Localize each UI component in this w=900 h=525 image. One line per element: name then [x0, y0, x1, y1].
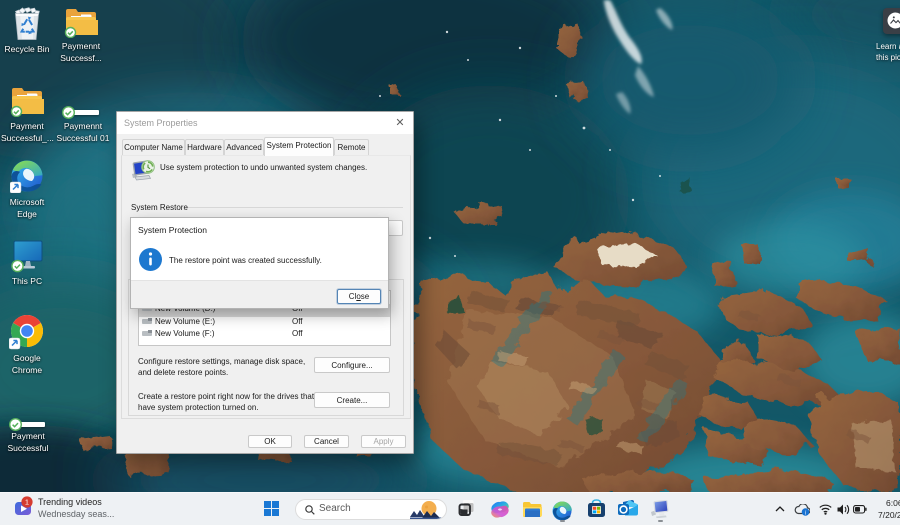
svg-text:1: 1: [25, 498, 29, 507]
